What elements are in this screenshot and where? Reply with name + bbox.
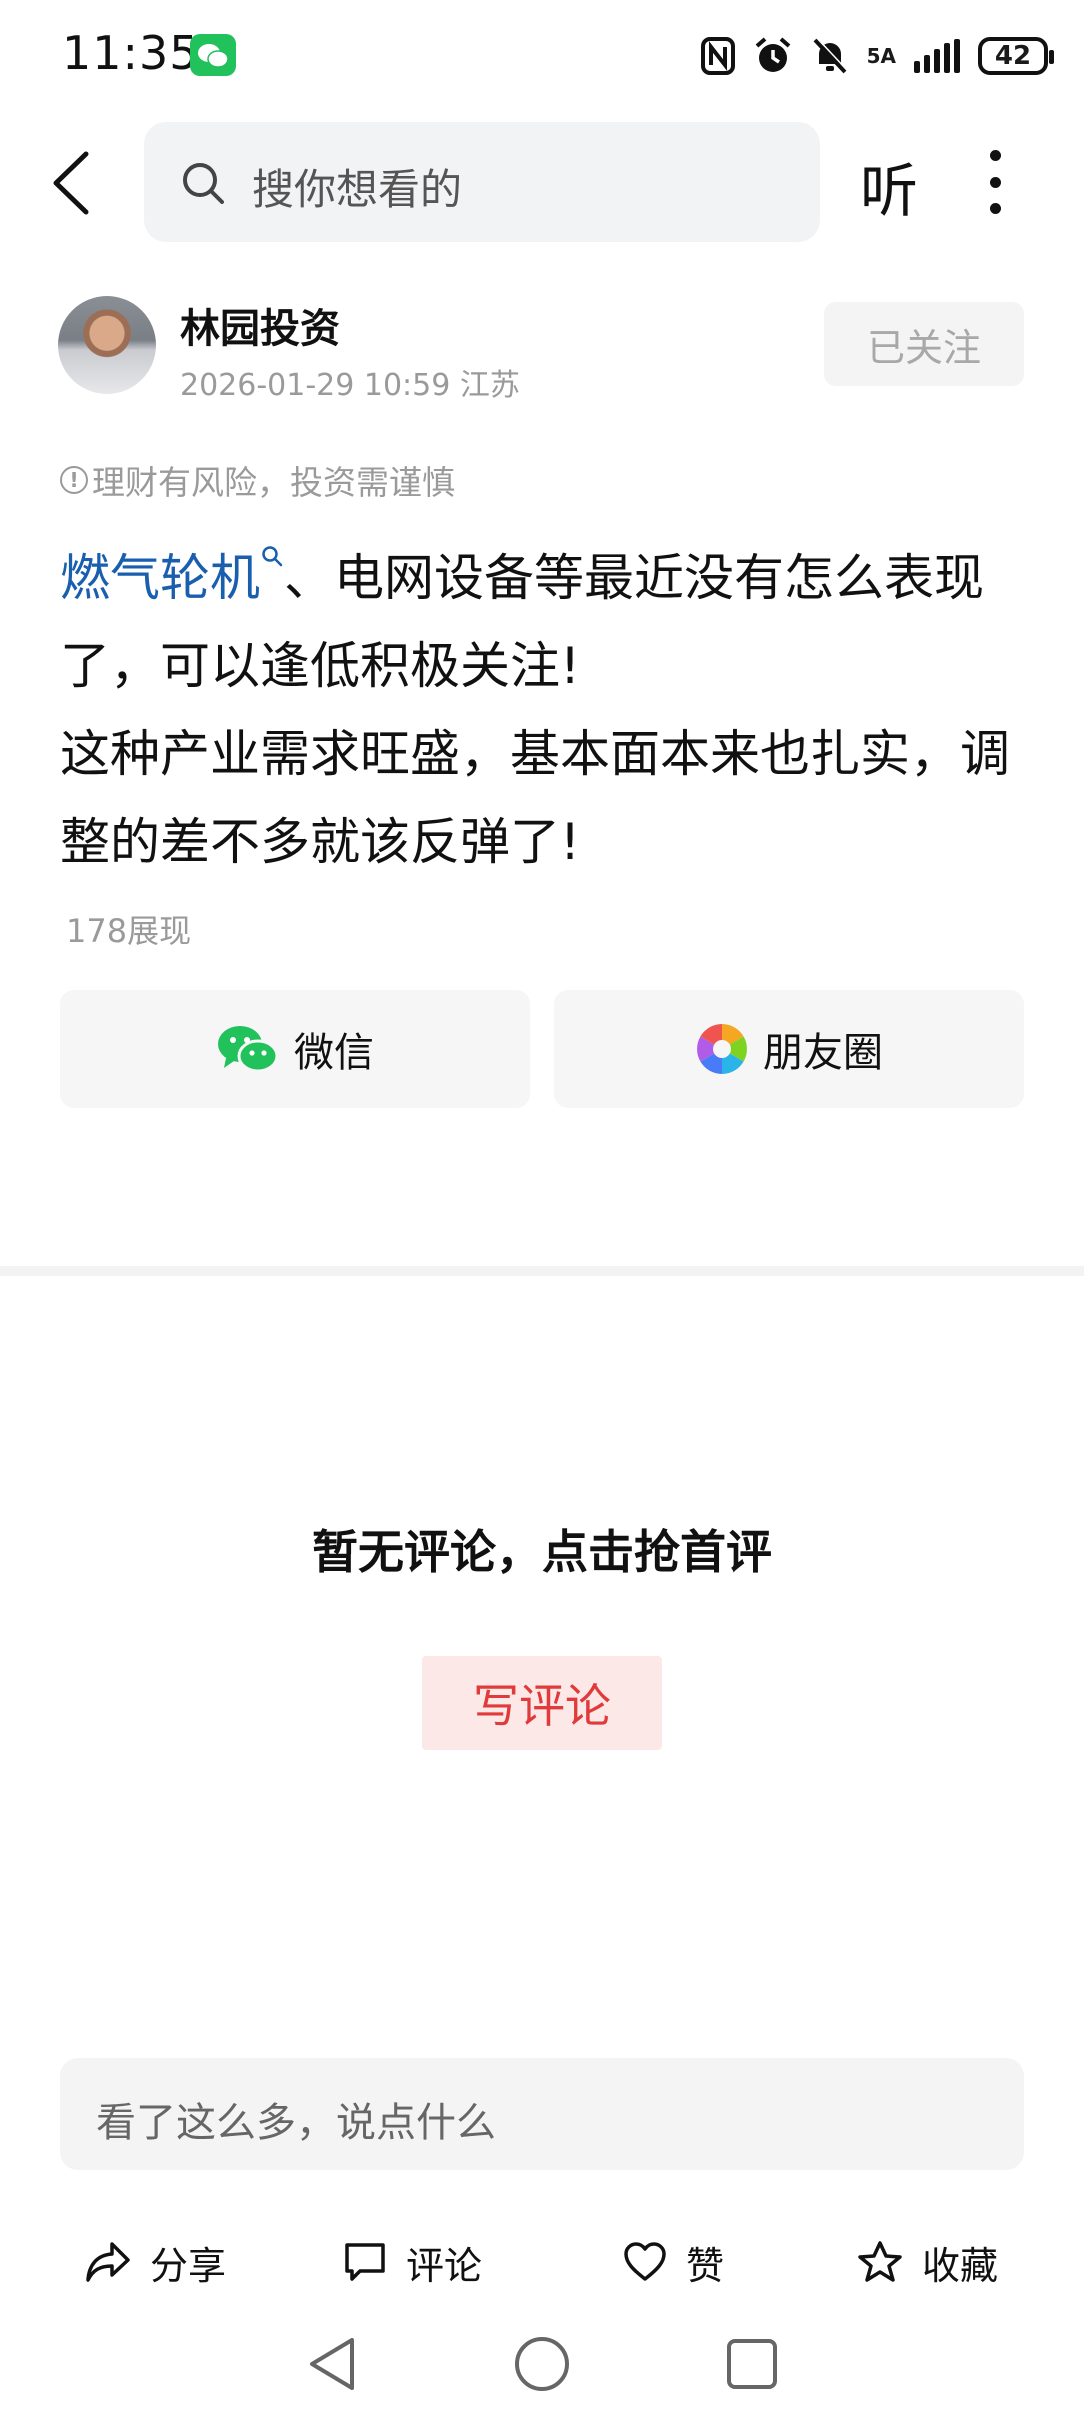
wechat-notification-icon — [190, 34, 236, 76]
nfc-icon — [700, 37, 735, 75]
network-type: 5A — [866, 44, 896, 68]
share-action[interactable]: 分享 — [84, 2232, 226, 2292]
system-home-icon[interactable] — [512, 2334, 572, 2394]
share-moments-button[interactable]: 朋友圈 — [554, 990, 1024, 1108]
search-input[interactable]: 搜你想看的 — [144, 122, 820, 242]
more-options-icon[interactable] — [985, 150, 1005, 214]
topic-link[interactable]: 燃气轮机 — [60, 549, 260, 607]
like-action-label: 赞 — [686, 2243, 725, 2288]
battery-icon: 42 — [978, 37, 1054, 75]
signal-icon — [914, 39, 960, 73]
comment-action-label: 评论 — [406, 2243, 483, 2288]
alarm-icon — [755, 37, 790, 72]
view-count: 178展现 — [66, 912, 192, 950]
favorite-action-label: 收藏 — [922, 2243, 999, 2288]
mute-icon — [813, 37, 848, 74]
info-icon: ! — [60, 466, 88, 494]
share-wechat-label: 微信 — [294, 1030, 374, 1076]
comment-icon — [345, 2243, 385, 2281]
empty-comments-text: 暂无评论，点击抢首评 — [312, 1525, 772, 1579]
share-moments-label: 朋友圈 — [763, 1030, 883, 1076]
comment-action[interactable]: 评论 — [342, 2232, 482, 2292]
section-divider — [0, 1266, 1084, 1276]
comment-input[interactable]: 看了这么多，说点什么 — [60, 2058, 1024, 2170]
post-content: 燃气轮机 、电网设备等最近没有怎么表现了，可以逢低积极关注! 这种产业需求旺盛，基… — [60, 534, 1030, 886]
like-action[interactable]: 赞 — [622, 2232, 724, 2292]
status-icons: 5A 42 — [700, 30, 1054, 82]
search-placeholder: 搜你想看的 — [252, 165, 463, 214]
share-icon — [86, 2242, 130, 2282]
post-meta: 2026-01-29 10:59 江苏 — [180, 368, 520, 403]
follow-button[interactable]: 已关注 — [824, 302, 1024, 386]
moments-icon — [697, 1024, 747, 1074]
heart-icon — [624, 2242, 666, 2281]
author-name[interactable]: 林园投资 — [180, 296, 340, 354]
avatar[interactable] — [58, 296, 156, 394]
listen-button[interactable]: 听 — [860, 144, 918, 228]
comment-input-placeholder: 看了这么多，说点什么 — [96, 2100, 496, 2146]
system-recents-icon[interactable] — [722, 2334, 782, 2394]
share-action-label: 分享 — [150, 2243, 227, 2288]
status-time: 11:35 — [62, 26, 200, 80]
chevron-left-icon — [53, 151, 89, 215]
topic-search-icon[interactable] — [260, 544, 284, 574]
back-button[interactable] — [48, 148, 98, 218]
favorite-action[interactable]: 收藏 — [856, 2232, 998, 2292]
wechat-icon — [218, 1026, 279, 1073]
battery-level: 42 — [994, 41, 1032, 71]
post-text-line2: 这种产业需求旺盛，基本面本来也扎实，调整的差不多就该反弹了! — [60, 725, 1010, 871]
risk-notice: ! 理财有风险，投资需谨慎 — [60, 456, 455, 504]
share-wechat-button[interactable]: 微信 — [60, 990, 530, 1108]
write-comment-button[interactable]: 写评论 — [422, 1656, 662, 1750]
search-icon — [183, 163, 224, 204]
star-icon — [858, 2241, 902, 2282]
risk-notice-text: 理财有风险，投资需谨慎 — [92, 463, 455, 502]
system-back-icon[interactable] — [304, 2334, 364, 2394]
